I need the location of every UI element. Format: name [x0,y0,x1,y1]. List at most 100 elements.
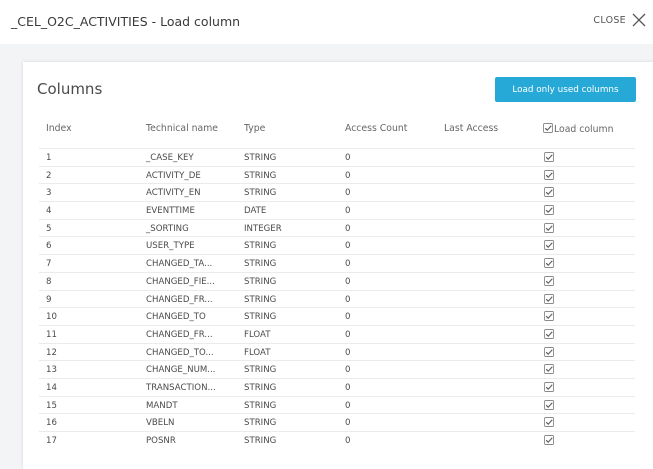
load-column-checkbox[interactable] [544,417,554,428]
load-column-checkbox[interactable] [544,205,554,216]
type-cell: STRING [244,418,277,429]
technical-name-cell: CHANGE_NUM... [146,365,216,376]
table-row: 14 TRANSACTION... STRING 0 [39,377,635,396]
technical-name-cell: _SORTING [146,223,189,234]
load-column-checkbox[interactable] [544,435,554,445]
table-row: 10 CHANGED_TO STRING 0 [39,307,635,325]
type-cell: STRING [244,365,277,376]
load-column-checkbox[interactable] [544,222,554,233]
checkbox-checked-icon[interactable] [543,123,553,133]
technical-name-cell: TRANSACTION... [146,382,216,393]
load-column-checkbox[interactable] [544,258,554,269]
load-column-checkbox[interactable] [544,381,554,392]
access-count-cell: 0 [345,365,351,376]
columns-panel: Columns Load only used columns Index Tec… [23,62,653,469]
index-cell: 13 [46,365,57,376]
table-row: 16 VBELN STRING 0 [39,413,635,431]
index-cell: 4 [46,206,52,217]
index-cell: 2 [46,170,52,181]
table-row: 12 CHANGED_TO... FLOAT 0 [39,342,635,361]
table-row: 17 POSNR STRING 0 [39,431,635,449]
access-count-cell: 0 [345,312,351,323]
index-cell: 10 [46,312,57,323]
type-cell: STRING [244,241,277,252]
load-column-checkbox[interactable] [544,364,554,375]
technical-name-cell: CHANGED_FR... [146,294,213,305]
table-row: 4 EVENTTIME DATE 0 [39,201,635,219]
header-index[interactable]: Index [46,123,72,134]
table-row: 2 ACTIVITY_DE STRING 0 [39,165,635,184]
index-cell: 6 [46,241,52,252]
load-column-checkbox[interactable] [544,311,554,322]
access-count-cell: 0 [345,347,351,358]
index-cell: 9 [46,294,52,305]
type-cell: STRING [244,276,277,287]
table-row: 11 CHANGED_FR... FLOAT 0 [39,324,635,343]
load-column-checkbox[interactable] [544,346,554,357]
close-label: CLOSE [593,14,626,26]
type-cell: DATE [244,206,267,217]
table-header: Index Technical name Type Access Count L… [23,123,653,139]
technical-name-cell: CHANGED_TA... [146,259,213,270]
load-column-checkbox[interactable] [544,328,554,339]
load-only-used-columns-button[interactable]: Load only used columns [495,77,636,102]
header-access-count[interactable]: Access Count [345,123,407,134]
type-cell: INTEGER [244,223,282,234]
type-cell: STRING [244,400,277,411]
index-cell: 8 [46,276,52,287]
header-technical-name[interactable]: Technical name [146,123,218,134]
type-cell: STRING [244,259,277,270]
access-count-cell: 0 [345,259,351,270]
technical-name-cell: EVENTTIME [146,206,195,217]
access-count-cell: 0 [345,400,351,411]
technical-name-cell: CHANGED_FR... [146,329,213,340]
close-x-icon [632,13,646,27]
header-type[interactable]: Type [244,123,265,134]
type-cell: FLOAT [244,347,271,358]
load-column-checkbox[interactable] [544,152,554,162]
load-column-checkbox[interactable] [544,187,554,198]
access-count-cell: 0 [345,294,351,305]
access-count-cell: 0 [345,153,351,163]
index-cell: 5 [46,223,52,234]
type-cell: STRING [244,170,277,181]
technical-name-cell: _CASE_KEY [146,153,194,163]
header-last-access[interactable]: Last Access [444,123,498,134]
type-cell: STRING [244,436,277,446]
access-count-cell: 0 [345,382,351,393]
header-load-column[interactable]: Load column [543,123,613,135]
load-column-checkbox[interactable] [544,293,554,304]
type-cell: STRING [244,312,277,323]
access-count-cell: 0 [345,170,351,181]
table-row: 7 CHANGED_TA... STRING 0 [39,254,635,272]
technical-name-cell: CHANGED_FIE... [146,276,215,287]
load-column-checkbox[interactable] [544,275,554,286]
technical-name-cell: ACTIVITY_DE [146,170,201,181]
table-row: 5 _SORTING INTEGER 0 [39,218,635,237]
load-column-checkbox[interactable] [544,240,554,251]
technical-name-cell: MANDT [146,400,178,411]
access-count-cell: 0 [345,329,351,340]
access-count-cell: 0 [345,436,351,446]
load-column-checkbox[interactable] [544,169,554,180]
index-cell: 16 [46,418,57,429]
close-button[interactable]: CLOSE [593,12,647,28]
index-cell: 12 [46,347,57,358]
technical-name-cell: CHANGED_TO [146,312,206,323]
index-cell: 17 [46,436,57,446]
table-row: 13 CHANGE_NUM... STRING 0 [39,360,635,378]
index-cell: 11 [46,329,57,340]
technical-name-cell: POSNR [146,436,176,446]
technical-name-cell: ACTIVITY_EN [146,188,201,199]
load-column-checkbox[interactable] [544,399,554,410]
access-count-cell: 0 [345,223,351,234]
dialog-header: _CEL_O2C_ACTIVITIES - Load column CLOSE [0,0,653,44]
access-count-cell: 0 [345,188,351,199]
technical-name-cell: VBELN [146,418,175,429]
type-cell: STRING [244,294,277,305]
table-body: 1 _CASE_KEY STRING 0 2 ACTIVITY_DE STRING 0 3 ACT… [39,148,635,449]
access-count-cell: 0 [345,276,351,287]
type-cell: STRING [244,382,277,393]
index-cell: 15 [46,400,57,411]
index-cell: 14 [46,382,57,393]
